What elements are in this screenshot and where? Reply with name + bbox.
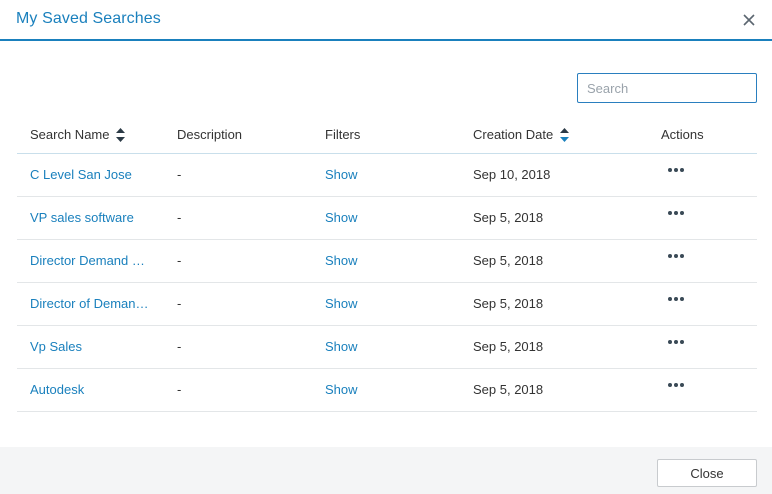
description-cell: - xyxy=(177,253,182,268)
table-header: Search Name Description Filters Creation… xyxy=(17,115,757,154)
column-header-description: Description xyxy=(177,127,242,142)
search-name-link[interactable]: Director of Demand… xyxy=(30,296,152,311)
table-row: Vp Sales - Show Sep 5, 2018 xyxy=(17,326,757,369)
close-icon[interactable] xyxy=(736,7,762,33)
column-header-creation-date[interactable]: Creation Date xyxy=(473,127,570,142)
show-filters-link[interactable]: Show xyxy=(325,167,358,182)
more-icon[interactable] xyxy=(668,383,684,387)
description-cell: - xyxy=(177,296,182,311)
show-filters-link[interactable]: Show xyxy=(325,253,358,268)
more-icon[interactable] xyxy=(668,254,684,258)
more-icon[interactable] xyxy=(668,297,684,301)
column-label: Search Name xyxy=(30,127,110,142)
table-row: Autodesk - Show Sep 5, 2018 xyxy=(17,369,757,412)
column-label: Actions xyxy=(661,127,704,142)
more-icon[interactable] xyxy=(668,168,684,172)
table-row: Director of Demand… - Show Sep 5, 2018 xyxy=(17,283,757,326)
description-cell: - xyxy=(177,382,182,397)
saved-searches-table: Search Name Description Filters Creation… xyxy=(17,115,757,412)
more-icon[interactable] xyxy=(668,211,684,215)
search-name-link[interactable]: C Level San Jose xyxy=(30,167,152,182)
dialog-title: My Saved Searches xyxy=(16,10,161,27)
sort-descending-icon[interactable] xyxy=(560,127,570,142)
search-name-link[interactable]: Vp Sales xyxy=(30,339,152,354)
creation-date-cell: Sep 10, 2018 xyxy=(473,167,551,182)
creation-date-cell: Sep 5, 2018 xyxy=(473,296,544,311)
column-label: Filters xyxy=(325,127,361,142)
search-name-link[interactable]: Autodesk xyxy=(30,382,152,397)
show-filters-link[interactable]: Show xyxy=(325,296,358,311)
show-filters-link[interactable]: Show xyxy=(325,210,358,225)
description-cell: - xyxy=(177,339,182,354)
more-icon[interactable] xyxy=(668,340,684,344)
table-row: C Level San Jose - Show Sep 10, 2018 xyxy=(17,154,757,197)
search-input[interactable] xyxy=(577,73,757,103)
description-cell: - xyxy=(177,210,182,225)
description-cell: - xyxy=(177,167,182,182)
column-header-actions: Actions xyxy=(661,127,704,142)
column-header-search-name[interactable]: Search Name xyxy=(30,127,126,142)
sort-icon[interactable] xyxy=(116,127,126,142)
dialog-footer: Close xyxy=(0,447,772,494)
dialog-header: My Saved Searches xyxy=(0,0,772,41)
column-label: Creation Date xyxy=(473,127,554,142)
column-label: Description xyxy=(177,127,243,142)
column-header-filters: Filters xyxy=(325,127,360,142)
creation-date-cell: Sep 5, 2018 xyxy=(473,339,544,354)
table-row: VP sales software - Show Sep 5, 2018 xyxy=(17,197,757,240)
saved-searches-dialog: My Saved Searches Search Name Descriptio… xyxy=(0,0,772,494)
creation-date-cell: Sep 5, 2018 xyxy=(473,382,544,397)
search-name-link[interactable]: VP sales software xyxy=(30,210,152,225)
close-button[interactable]: Close xyxy=(657,459,757,487)
show-filters-link[interactable]: Show xyxy=(325,382,358,397)
creation-date-cell: Sep 5, 2018 xyxy=(473,253,544,268)
table-row: Director Demand G… - Show Sep 5, 2018 xyxy=(17,240,757,283)
search-name-link[interactable]: Director Demand G… xyxy=(30,253,152,268)
show-filters-link[interactable]: Show xyxy=(325,339,358,354)
creation-date-cell: Sep 5, 2018 xyxy=(473,210,544,225)
